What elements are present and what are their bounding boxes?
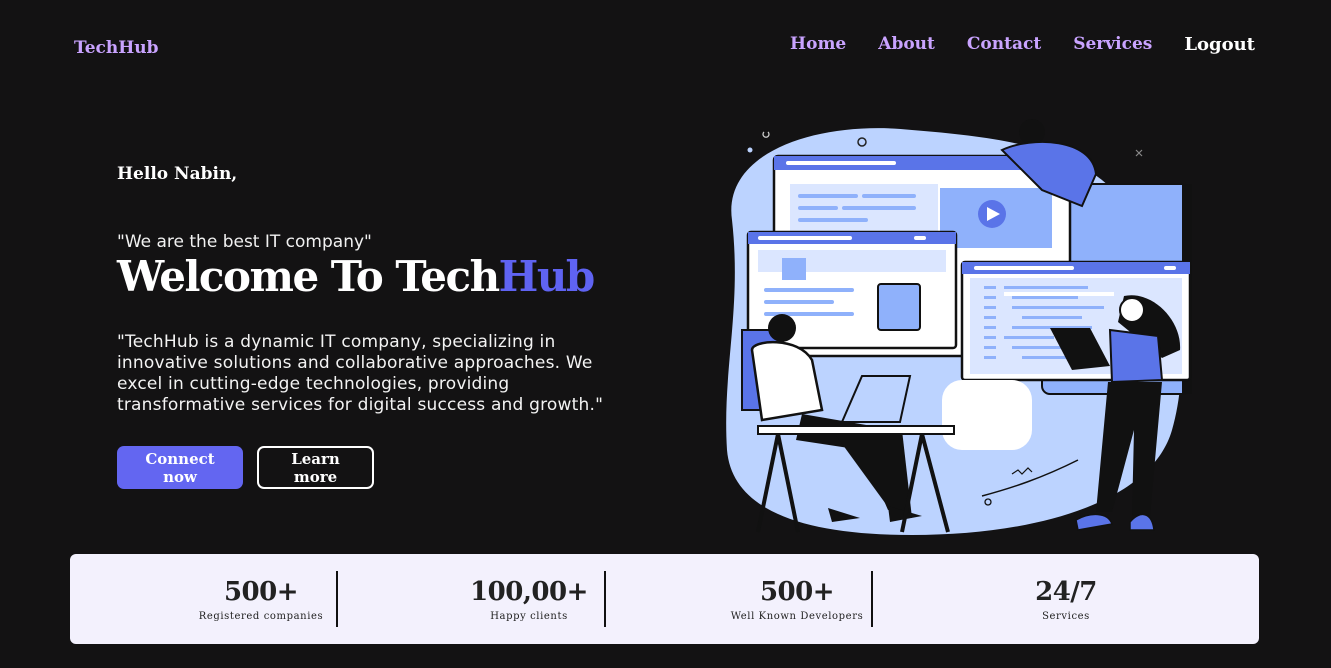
nav-home[interactable]: Home bbox=[790, 34, 846, 55]
logout-link[interactable]: Logout bbox=[1184, 34, 1255, 55]
hero-title-main: Welcome To Tech bbox=[117, 252, 500, 301]
stat-label: Services bbox=[1042, 610, 1090, 622]
stat-divider bbox=[336, 571, 338, 627]
tagline-quote: "We are the best IT company" bbox=[117, 232, 372, 252]
hero-title-accent: Hub bbox=[498, 252, 596, 301]
main-nav: Home About Contact Services Logout bbox=[758, 34, 1255, 55]
nav-services[interactable]: Services bbox=[1073, 34, 1152, 55]
stat-value: 500+ bbox=[223, 576, 299, 607]
hero-description: "TechHub is a dynamic IT company, specia… bbox=[117, 332, 604, 415]
nav-about[interactable]: About bbox=[878, 34, 935, 55]
stat-happy-clients: 100,00+ Happy clients bbox=[464, 554, 594, 644]
stat-divider bbox=[604, 571, 606, 627]
stat-value: 24/7 bbox=[1035, 576, 1097, 607]
hero-actions: Connect now Learn more bbox=[117, 446, 677, 489]
hero-title: Welcome To TechHub bbox=[117, 254, 677, 300]
hero-section: Hello Nabin, "We are the best IT company… bbox=[117, 160, 677, 489]
stat-well-known-developers: 500+ Well Known Developers bbox=[722, 554, 872, 644]
learn-more-button[interactable]: Learn more bbox=[257, 446, 374, 489]
nav-contact[interactable]: Contact bbox=[967, 34, 1041, 55]
brand-logo[interactable]: TechHub bbox=[74, 38, 159, 58]
developers-illustration bbox=[712, 110, 1202, 540]
stat-value: 100,00+ bbox=[470, 576, 588, 607]
stat-divider bbox=[871, 571, 873, 627]
stat-label: Well Known Developers bbox=[730, 610, 864, 622]
stat-value: 500+ bbox=[759, 576, 835, 607]
connect-now-button[interactable]: Connect now bbox=[117, 446, 243, 489]
stats-bar: 500+ Registered companies 100,00+ Happy … bbox=[70, 554, 1259, 644]
stat-services: 24/7 Services bbox=[1016, 554, 1116, 644]
stat-registered-companies: 500+ Registered companies bbox=[196, 554, 326, 644]
greeting-text: Hello Nabin, bbox=[117, 164, 238, 184]
stat-label: Happy clients bbox=[490, 610, 568, 622]
stat-label: Registered companies bbox=[198, 610, 324, 622]
